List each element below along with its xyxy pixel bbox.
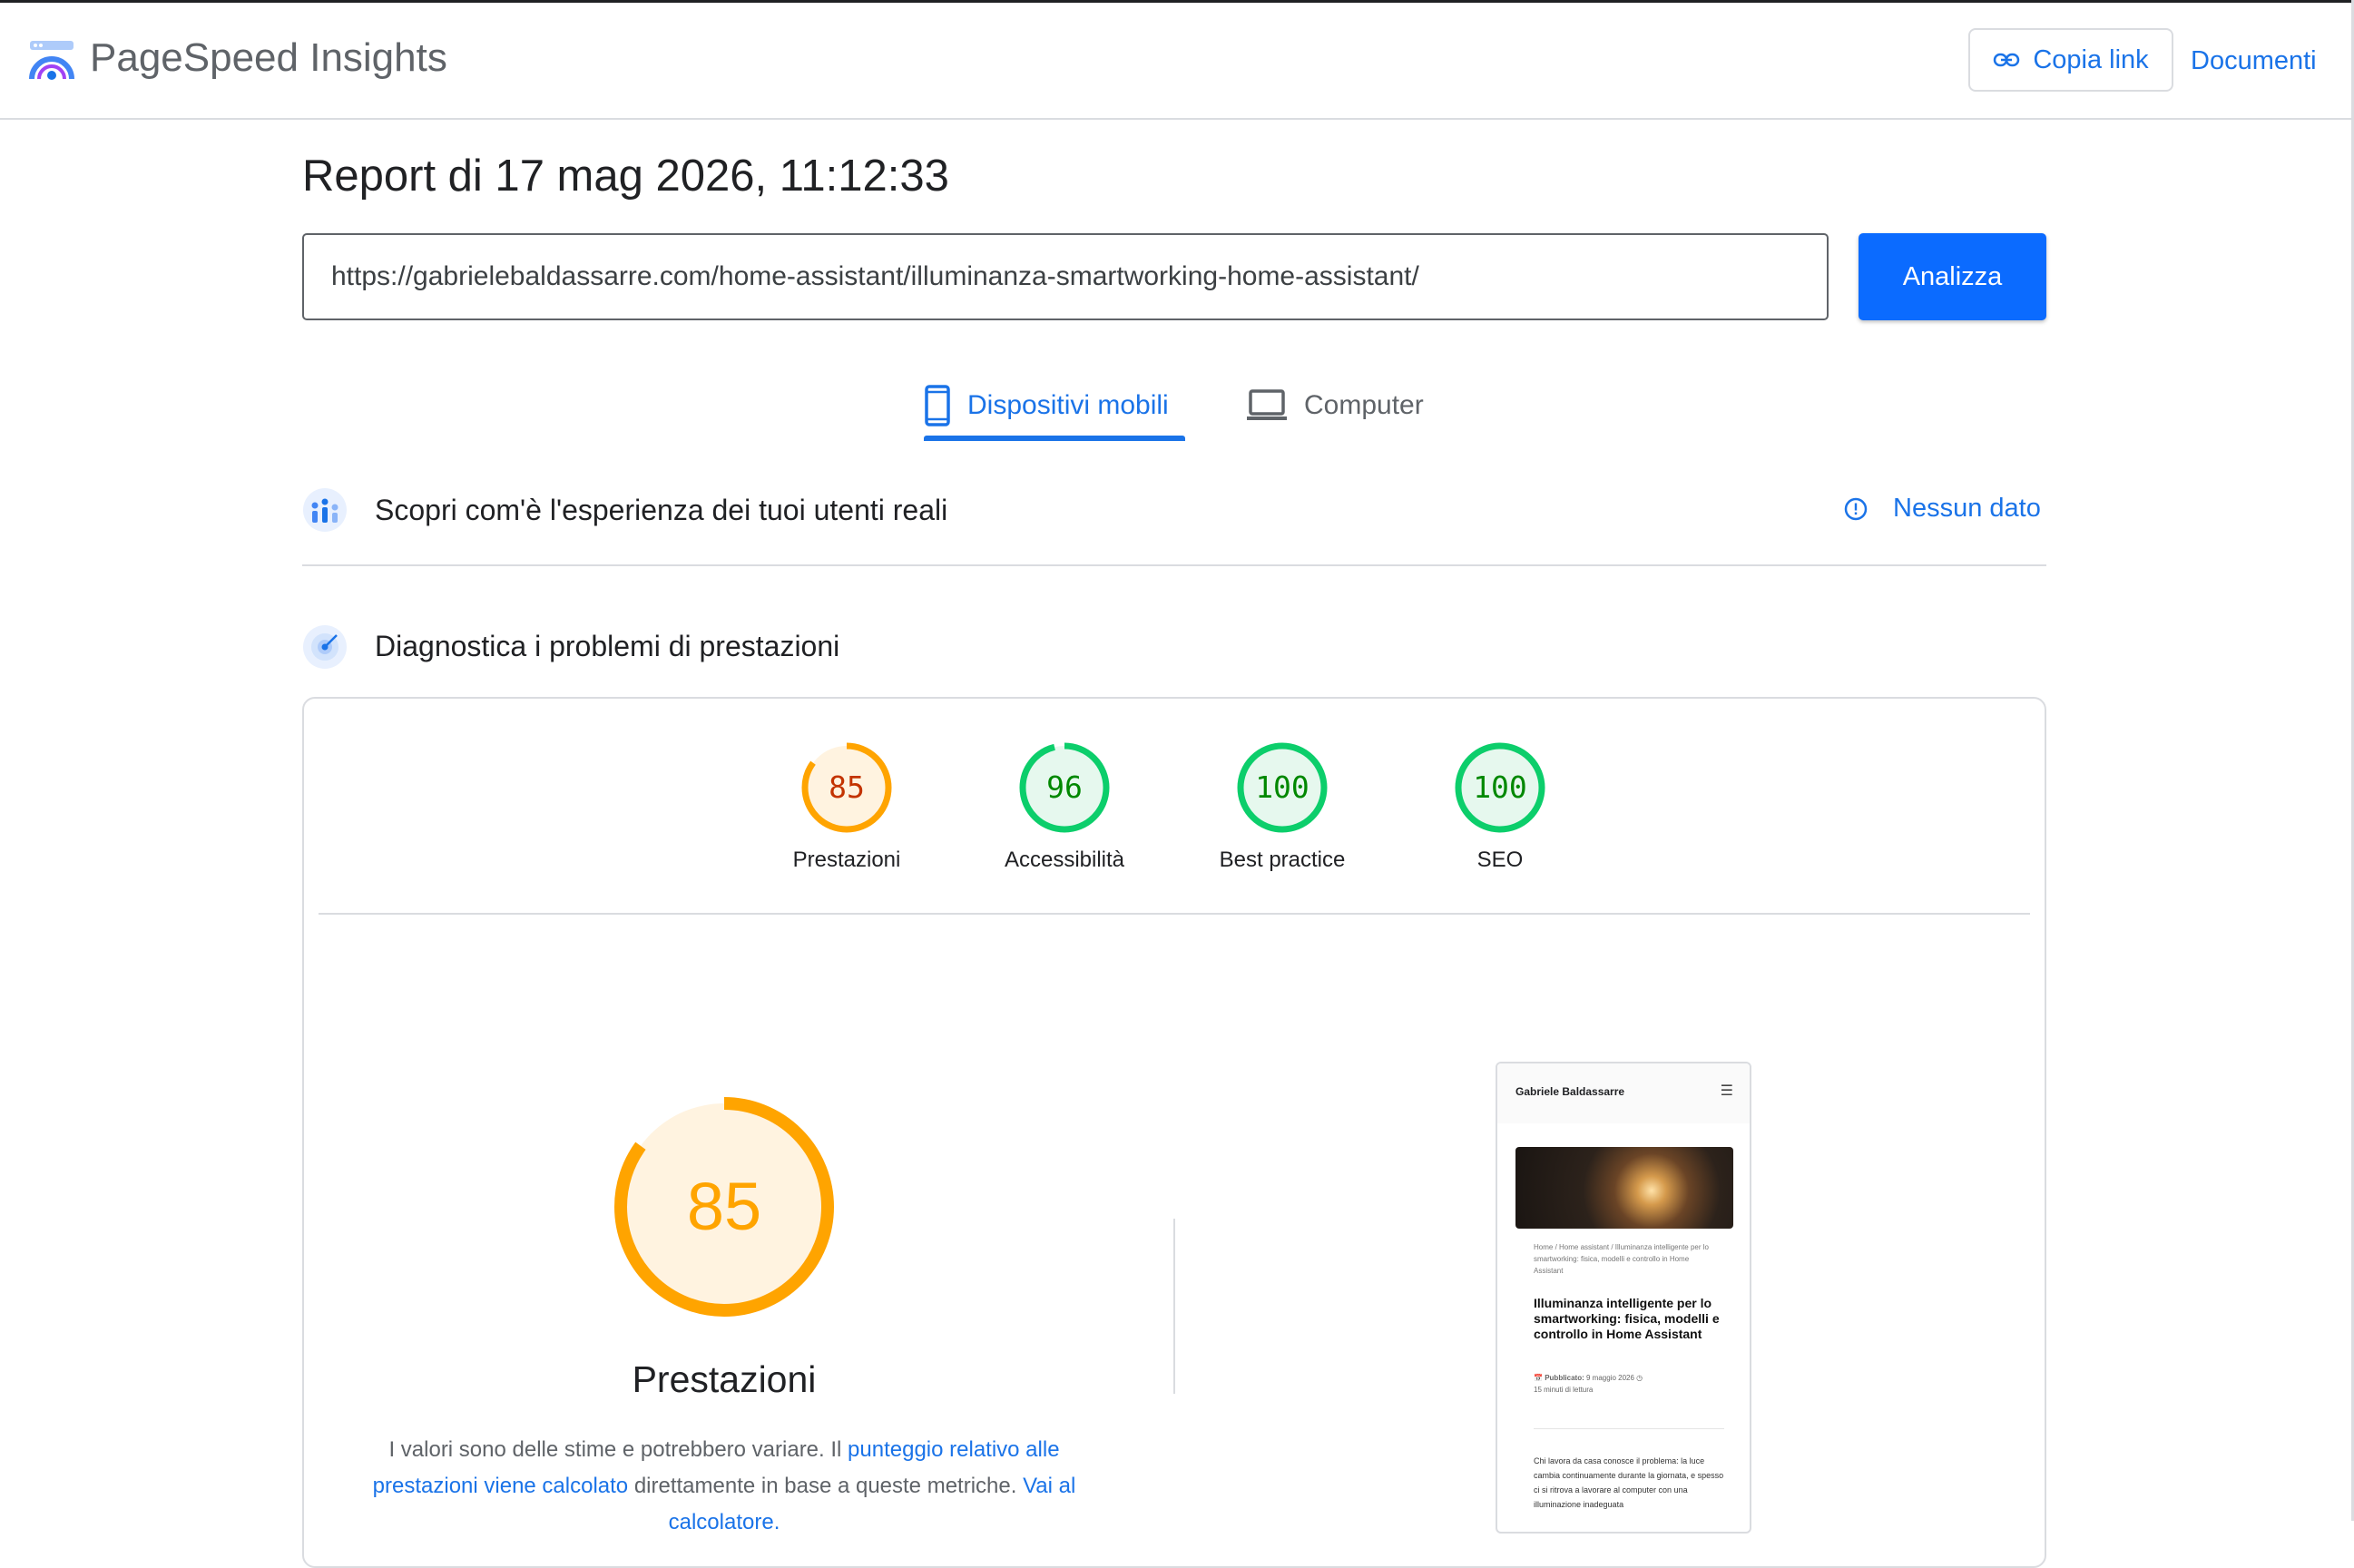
gauge-best-practices[interactable]: 100 Best practice [1173,740,1391,873]
screenshot-article-title: Illuminanza intelligente per lo smartwor… [1534,1296,1720,1341]
link-icon [1994,53,2020,67]
screenshot-body-text: Chi lavora da casa conosce il problema: … [1534,1456,1724,1509]
docs-link[interactable]: Documenti [2191,46,2317,76]
gauge-score: 85 [829,769,865,805]
info-icon [1844,497,1868,520]
smartphone-icon [925,385,950,426]
diagnostics-title: Diagnostica i problemi di prestazioni [375,630,840,662]
users-experience-icon [303,488,347,532]
analyze-button[interactable]: Analizza [1859,233,2046,320]
diagnostics-icon [303,625,347,669]
performance-description: I valori sono delle stime e potrebbero v… [352,1432,1096,1541]
laptop-icon [1247,389,1287,420]
gauge-label: Prestazioni [792,848,901,872]
vertical-divider [1173,1219,1175,1394]
clock-icon: ◷ [1636,1374,1643,1382]
tab-mobile[interactable]: Dispositivi mobili [924,374,1169,437]
screenshot-brand: Gabriele Baldassarre [1515,1085,1625,1098]
screenshot-meta: 📅 Pubblicato: 9 maggio 2026 ◷ 15 minuti … [1534,1372,1724,1396]
screenshot-divider [1534,1428,1724,1429]
page-screenshot: Gabriele Baldassarre ☰ Home / Home assis… [1496,1062,1751,1534]
gauge-ring: 100 [1237,742,1328,833]
no-data-label: Nessun dato [1893,494,2041,523]
tab-desktop-label: Computer [1304,390,1424,420]
gauge-ring: 96 [1019,742,1110,833]
gauge-ring: 85 [801,742,892,833]
tab-desktop[interactable]: Computer [1246,374,1424,437]
report-title: Report di 17 mag 2026, 11:12:33 [302,152,949,201]
no-data-link[interactable]: Nessun dato [1844,494,2041,524]
desc-text-1: I valori sono delle stime e potrebbero v… [388,1437,848,1462]
desc-text-2: direttamente in base a queste metriche. [628,1474,1024,1498]
gauge-label: Accessibilità [1004,848,1125,872]
performance-title: Prestazioni [632,1358,817,1400]
gauge-accessibility[interactable]: 96 Accessibilità [956,740,1173,873]
tab-mobile-label: Dispositivi mobili [967,390,1169,420]
calendar-icon: 📅 [1534,1374,1543,1382]
gauge-performance[interactable]: 85 Prestazioni [738,740,956,873]
screenshot-published-date: 9 maggio 2026 [1586,1374,1634,1382]
field-data-title: Scopri com'è l'esperienza dei tuoi utent… [375,494,948,526]
gauge-score: 96 [1046,769,1083,805]
screenshot-header: Gabriele Baldassarre ☰ [1497,1063,1750,1123]
url-input[interactable] [302,233,1829,320]
app-title[interactable]: PageSpeed Insights [90,35,447,81]
gauges-divider [319,913,2030,915]
pagespeed-logo-icon[interactable] [27,37,76,86]
gauge-seo[interactable]: 100 SEO [1391,740,1609,873]
gauge-label: Best practice [1219,848,1346,872]
copy-link-label: Copia link [2033,44,2149,74]
gauge-ring: 100 [1455,742,1545,833]
app-header: PageSpeed Insights Copia link Documenti [0,3,2354,120]
screenshot-published-label: Pubblicato: [1545,1374,1584,1382]
tab-selected-indicator [924,436,1185,441]
big-gauge-score: 85 [687,1169,761,1244]
screenshot-reading-time: 15 minuti di lettura [1534,1386,1594,1394]
gauge-score: 100 [1473,769,1527,805]
section-divider [302,564,2046,566]
hamburger-menu-icon: ☰ [1720,1083,1733,1099]
gauge-label: SEO [1476,848,1524,872]
performance-big-gauge: 85 [614,1097,834,1317]
gauge-score: 100 [1255,769,1309,805]
screenshot-hero-image [1515,1147,1733,1229]
copy-link-button[interactable]: Copia link [1968,28,2173,92]
screenshot-breadcrumb: Home / Home assistant / Illuminanza inte… [1534,1243,1709,1275]
